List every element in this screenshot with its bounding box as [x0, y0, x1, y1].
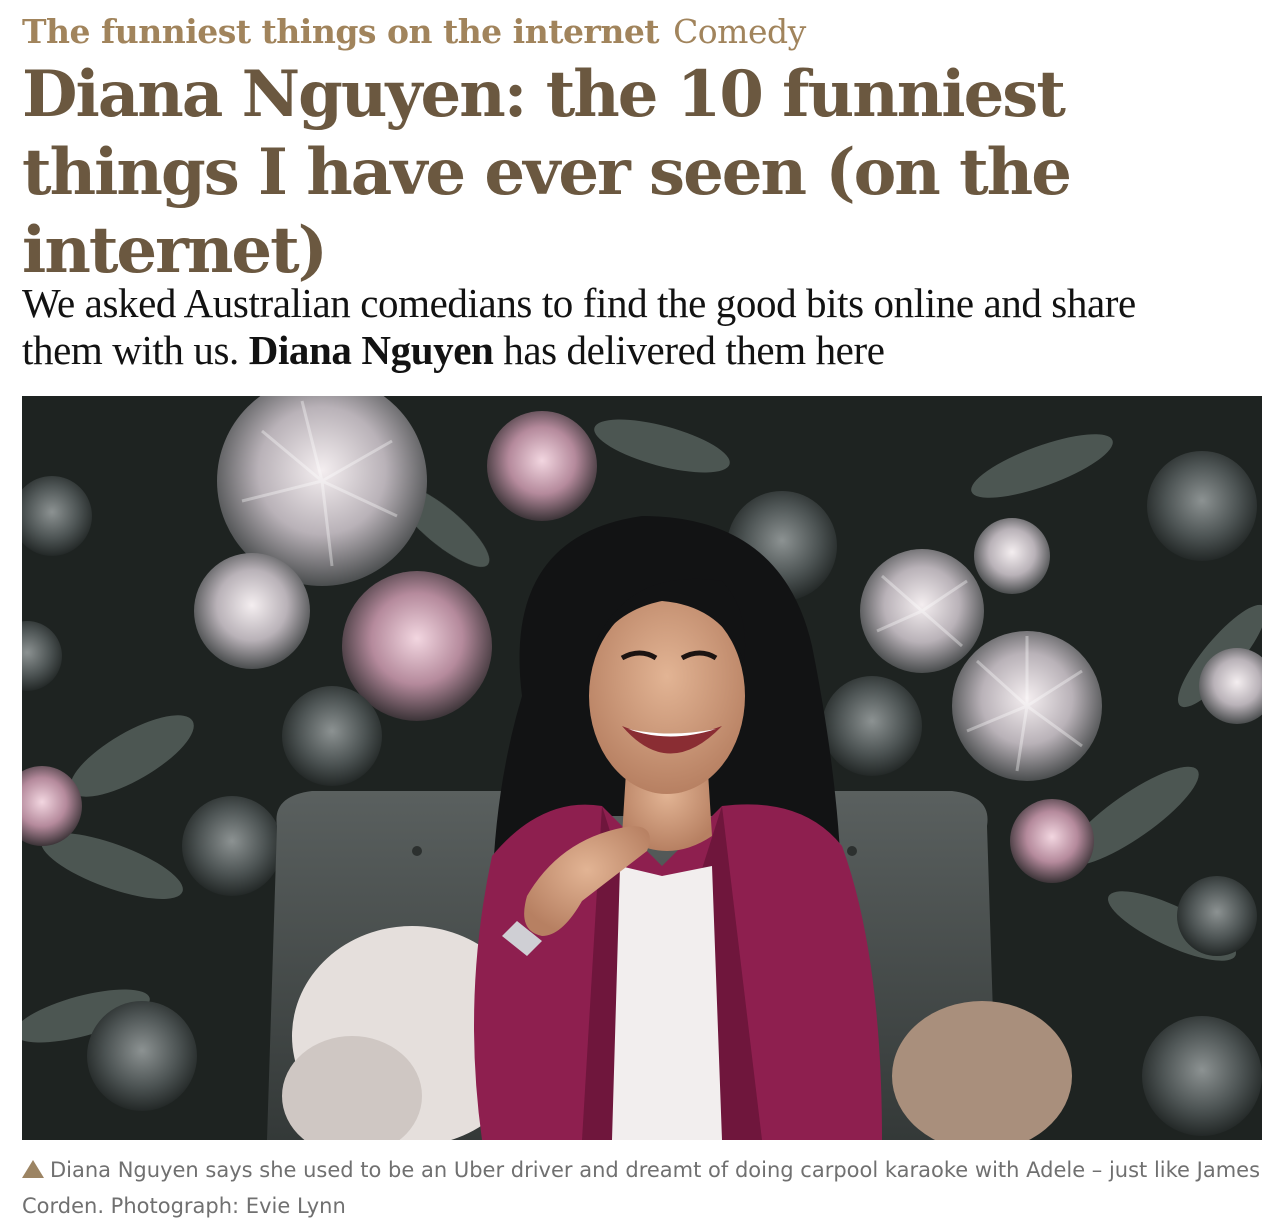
standfirst-text-end: has delivered them here	[493, 327, 885, 373]
main-photo	[22, 396, 1262, 1140]
article-kicker: The funniest things on the internet Comed…	[22, 10, 806, 54]
article-standfirst: We asked Australian comedians to find th…	[22, 280, 1222, 374]
triangle-up-icon	[22, 1160, 44, 1178]
caption-text: Diana Nguyen says she used to be an Uber…	[22, 1158, 1261, 1218]
photo-caption: Diana Nguyen says she used to be an Uber…	[22, 1152, 1262, 1224]
article-headline: Diana Nguyen: the 10 funniest things I h…	[22, 57, 1072, 288]
series-link[interactable]: The funniest things on the internet	[22, 12, 660, 51]
section-link[interactable]: Comedy	[673, 12, 806, 51]
standfirst-author-name: Diana Nguyen	[248, 327, 494, 373]
photo-illustration	[22, 396, 1262, 1140]
